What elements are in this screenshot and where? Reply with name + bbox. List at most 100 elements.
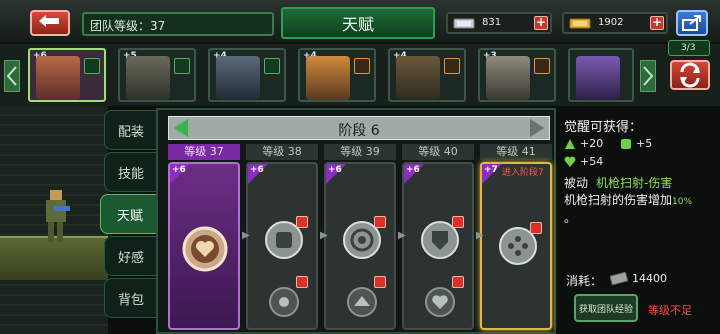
desc-text: 机枪扫射的伤害增加 <box>564 193 673 207</box>
talent-card[interactable]: +6 <box>168 162 240 330</box>
refresh-button[interactable] <box>670 60 710 90</box>
hero-assigned-icon <box>174 58 190 74</box>
talent-level-label: 等级 39 <box>324 144 396 160</box>
hero-card[interactable]: +5 <box>118 48 196 102</box>
talent-level-label: 等级 41 <box>480 144 552 160</box>
awaken-heading: 觉醒可获得： <box>564 120 643 135</box>
lock-icon <box>374 216 386 228</box>
talent-level-label: 等级 37 <box>168 144 240 160</box>
talent-card[interactable]: +6 <box>324 162 396 330</box>
skill-name: 机枪扫射-伤害 <box>596 176 673 190</box>
crosshair-talent-icon[interactable] <box>264 282 304 322</box>
tab-loadout[interactable]: 配装 <box>104 110 158 150</box>
lock-icon <box>296 276 308 288</box>
gold-bar-icon <box>569 18 591 29</box>
share-button[interactable] <box>676 10 708 36</box>
connector-arrow-icon: ▶ <box>242 230 250 241</box>
hero-portrait <box>126 56 170 100</box>
stage-next-button[interactable] <box>526 117 548 139</box>
tab-affection[interactable]: 好感 <box>104 236 158 276</box>
get-team-exp-label: 获取团队经验 <box>578 304 633 315</box>
level-insufficient-text: 等级不足 <box>648 304 692 317</box>
resource-1-box: 831 + <box>446 12 552 34</box>
exp-ticket-icon <box>610 272 628 286</box>
rank-badge: +7 <box>484 165 498 175</box>
hero-figure-icon <box>46 190 70 242</box>
lock-icon <box>530 222 542 234</box>
hero-next-button[interactable] <box>640 60 656 92</box>
tab-backpack[interactable]: 背包 <box>104 278 158 318</box>
talent-card[interactable]: +6 <box>246 162 318 330</box>
tab-talent[interactable]: 天赋 <box>100 194 160 234</box>
heart-talent-icon[interactable] <box>182 226 228 272</box>
rank-badge: +6 <box>406 165 420 175</box>
skill-type: 被动 <box>564 176 589 190</box>
stage-label: 阶段 6 <box>338 123 380 139</box>
hero-prev-button[interactable] <box>4 60 20 92</box>
connector-arrow-icon: ▶ <box>476 230 484 241</box>
health-stat-icon <box>564 156 576 167</box>
rank-badge: +6 <box>250 165 264 175</box>
lock-icon <box>452 216 464 228</box>
hero-move-icon <box>444 58 460 74</box>
tab-skills[interactable]: 技能 <box>104 152 158 192</box>
attack-stat-value: +20 <box>580 137 604 150</box>
cost-label: 消耗： <box>566 274 603 288</box>
chevron-left-icon <box>6 66 17 86</box>
get-team-exp-button[interactable]: 获取团队经验 <box>574 294 638 322</box>
resource-2-value: 1902 <box>598 17 624 28</box>
talent-panel: 阶段 6 等级 37 +6 等级 38 +6 等级 39 +6 等级 40 +6… <box>156 108 556 334</box>
hero-portrait <box>396 56 440 100</box>
resource-1-value: 831 <box>482 17 502 28</box>
silver-bar-icon <box>453 18 475 29</box>
lock-icon <box>374 276 386 288</box>
page-title: 天赋 <box>281 7 435 39</box>
tab-label: 好感 <box>117 250 144 266</box>
hero-card[interactable]: +4 <box>298 48 376 102</box>
rank-badge: +6 <box>328 165 342 175</box>
rank-badge: +6 <box>172 165 186 175</box>
connector-arrow-icon: ▶ <box>320 230 328 241</box>
bird-talent-icon[interactable] <box>342 282 382 322</box>
talent-column: 等级 41 +7 进入阶段7 <box>480 144 552 330</box>
hero-assigned-icon <box>264 58 280 74</box>
hero-card[interactable] <box>568 48 634 102</box>
team-count-badge: 3/3 <box>668 40 710 56</box>
talent-column: 等级 37 +6 <box>168 144 240 330</box>
add-resource-2-button[interactable]: + <box>650 16 664 30</box>
team-level-bar: 团队等级：37 <box>82 12 274 36</box>
resource-2-box: 1902 + <box>562 12 668 34</box>
talent-level-label: 等级 38 <box>246 144 318 160</box>
cost-value: 14400 <box>632 272 667 285</box>
team-count-text: 3/3 <box>681 43 696 53</box>
defense-stat-value: +5 <box>636 137 653 150</box>
desc-suffix: 。 <box>564 211 577 225</box>
add-resource-1-button[interactable]: + <box>534 16 548 30</box>
hero-portrait <box>216 56 260 100</box>
heart-talent-icon[interactable] <box>420 282 460 322</box>
back-button[interactable] <box>30 10 70 36</box>
hero-move-icon <box>354 58 370 74</box>
tab-label: 天赋 <box>116 208 143 224</box>
tab-label: 技能 <box>117 166 144 182</box>
hero-assigned-icon <box>84 58 100 74</box>
talent-column: 等级 38 +6 <box>246 144 318 330</box>
skill-description: 机枪扫射的伤害增加10% 。 <box>564 192 718 226</box>
desc-percent: 10% <box>672 197 693 207</box>
top-bar: 团队等级：37 天赋 831 + 1902 + <box>0 0 720 44</box>
talent-level-label: 等级 40 <box>402 144 474 160</box>
hero-card[interactable]: +4 <box>208 48 286 102</box>
hero-card[interactable]: +3 <box>478 48 556 102</box>
talent-card[interactable]: +6 <box>402 162 474 330</box>
hero-card[interactable]: +6 <box>28 48 106 102</box>
hero-portrait <box>486 56 530 100</box>
page-title-text: 天赋 <box>341 15 374 34</box>
hero-card[interactable]: +4 <box>388 48 466 102</box>
stage-bar: 阶段 6 <box>168 116 550 140</box>
talent-card-advance[interactable]: +7 进入阶段7 <box>480 162 552 330</box>
connector-arrow-icon: ▶ <box>398 230 406 241</box>
talent-column: 等级 40 +6 <box>402 144 474 330</box>
hero-portrait <box>306 56 350 100</box>
lock-icon <box>296 216 308 228</box>
tab-label: 背包 <box>117 292 144 308</box>
